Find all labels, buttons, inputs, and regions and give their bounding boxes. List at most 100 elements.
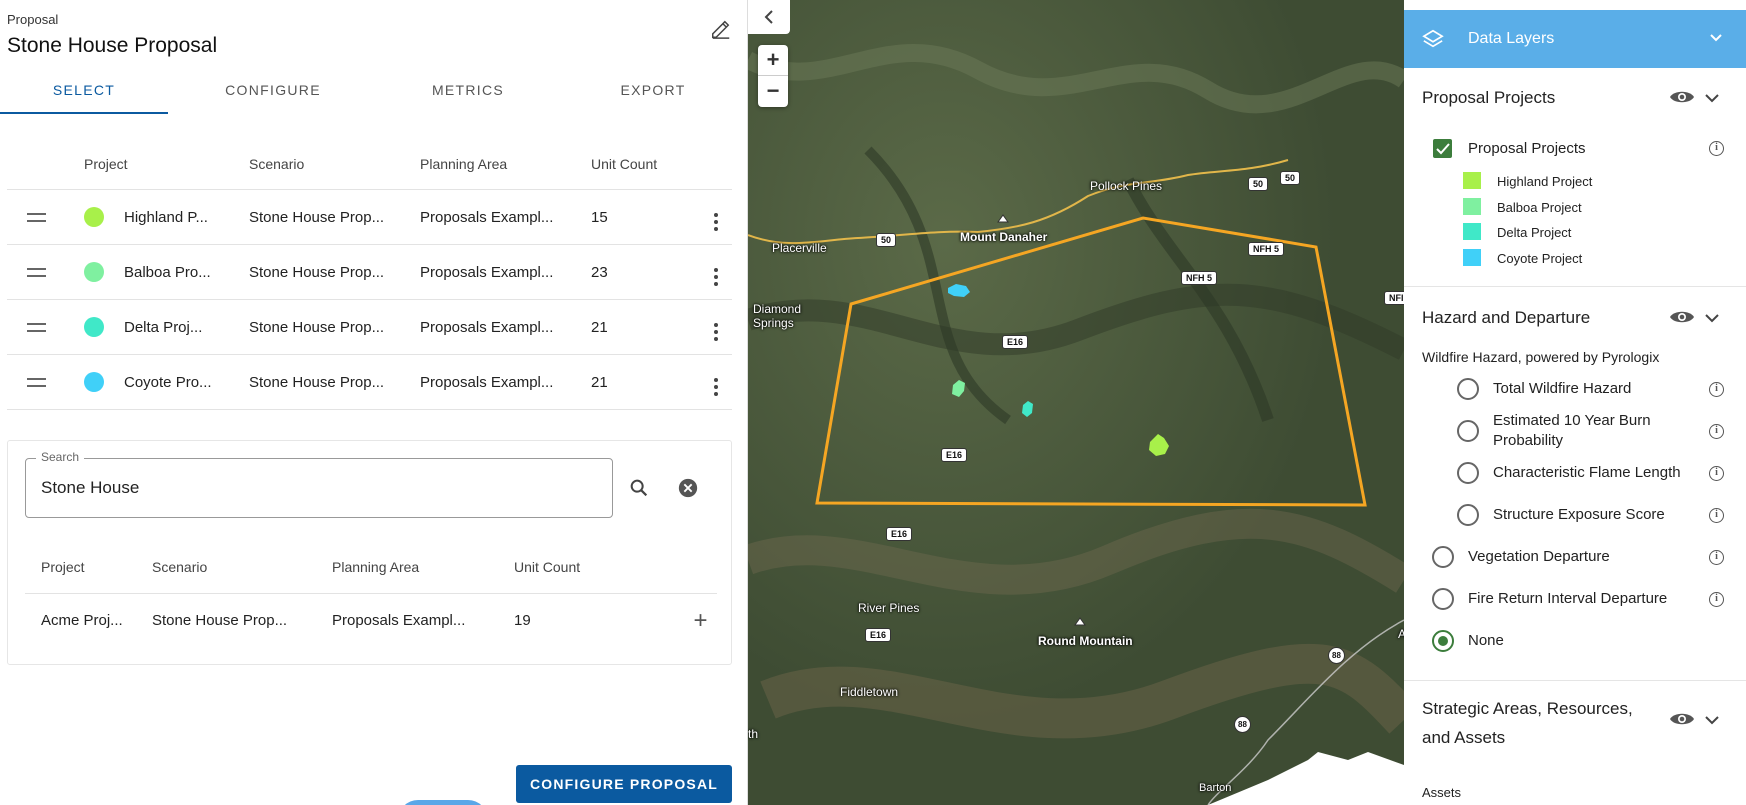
scenario-cell: Stone House Prop... (249, 263, 385, 281)
col-planning-area: Planning Area (332, 559, 420, 575)
table-row: Coyote Pro... Stone House Prop... Propos… (7, 355, 732, 410)
info-icon[interactable]: i (1709, 466, 1724, 481)
legend-label: Balboa Project (1497, 200, 1582, 215)
map-label: Round Mountain (1038, 634, 1133, 648)
collapse-panel-button[interactable] (748, 0, 790, 34)
more-vert-icon[interactable] (714, 377, 718, 396)
table-row: Highland P... Stone House Prop... Propos… (7, 190, 732, 245)
edit-icon[interactable] (710, 18, 734, 42)
zoom-out-button[interactable]: − (758, 76, 788, 107)
radio-none[interactable] (1432, 630, 1454, 652)
info-icon[interactable]: i (1709, 141, 1724, 156)
col-scenario: Scenario (152, 559, 208, 575)
search-icon[interactable] (628, 477, 650, 504)
assets-label: Assets (1422, 785, 1462, 800)
map-label: th (748, 727, 759, 741)
proposal-projects-label: Proposal Projects (1468, 140, 1586, 157)
unit-cell: 19 (514, 612, 531, 629)
drag-handle-icon[interactable] (27, 267, 46, 277)
proposal-projects-checkbox[interactable] (1433, 139, 1452, 158)
chevron-down-icon[interactable] (1704, 311, 1720, 325)
map-label: Fiddletown (840, 685, 899, 699)
zoom-in-button[interactable]: + (758, 45, 788, 76)
legend-swatch (1463, 249, 1481, 266)
info-icon[interactable]: i (1709, 424, 1724, 439)
radio-structure-exposure[interactable] (1457, 504, 1479, 526)
info-icon[interactable]: i (1709, 550, 1724, 565)
unit-cell: 15 (591, 208, 608, 226)
map-label: Placerville (772, 241, 827, 255)
route-shield: 88 (1328, 647, 1345, 664)
layers-icon (1422, 29, 1444, 48)
section-proposal-projects: Proposal Projects (1422, 88, 1556, 107)
project-color-dot (84, 372, 104, 392)
option-label: Characteristic Flame Length (1493, 464, 1681, 481)
highway-shield: 50 (876, 233, 897, 247)
clear-search-icon[interactable] (677, 477, 699, 504)
option-label: Structure Exposure Score (1493, 506, 1665, 523)
unit-cell: 21 (591, 373, 608, 391)
project-color-dot (84, 317, 104, 337)
area-cell: Proposals Exampl... (420, 373, 554, 391)
page-title: Stone House Proposal (7, 34, 218, 57)
search-field[interactable]: Search (25, 450, 613, 518)
area-cell: Proposals Exampl... (420, 208, 554, 226)
info-icon[interactable]: i (1709, 508, 1724, 523)
more-vert-icon[interactable] (714, 322, 718, 341)
section-strategic-areas: Strategic Areas, Resources, and Assets (1422, 699, 1633, 747)
search-card: Search Project Scenario Planning Area Un… (7, 440, 732, 665)
area-cell: Proposals Exampl... (420, 318, 554, 336)
tab-metrics[interactable]: METRICS (378, 70, 558, 114)
section-hazard-departure: Hazard and Departure (1422, 308, 1591, 327)
radio-flame-length[interactable] (1457, 462, 1479, 484)
configure-proposal-button[interactable]: CONFIGURE PROPOSAL (516, 765, 732, 803)
more-vert-icon[interactable] (714, 267, 718, 286)
legend-swatch (1463, 223, 1481, 240)
info-icon[interactable]: i (1709, 592, 1724, 607)
chevron-down-icon[interactable] (1704, 91, 1720, 105)
data-layers-panel: Data Layers Proposal Projects Proposal P… (1404, 0, 1746, 805)
tab-configure[interactable]: CONFIGURE (168, 70, 378, 114)
road-shield: E16 (1002, 335, 1029, 349)
table-header: Project Scenario Planning Area Unit Coun… (7, 138, 732, 190)
option-label: Total Wildfire Hazard (1493, 380, 1632, 397)
info-icon[interactable]: i (1709, 382, 1724, 397)
search-input[interactable] (41, 478, 591, 498)
highway-shield: 50 (1280, 171, 1301, 185)
tab-select[interactable]: SELECT (0, 70, 168, 114)
table-row: Balboa Pro... Stone House Prop... Propos… (7, 245, 732, 300)
tab-export[interactable]: EXPORT (558, 70, 748, 114)
project-name: Delta Proj... (124, 318, 203, 336)
visibility-icon[interactable] (1669, 307, 1695, 327)
drag-handle-icon[interactable] (27, 377, 46, 387)
unit-cell: 23 (591, 263, 608, 281)
drag-handle-icon[interactable] (27, 322, 46, 332)
chevron-down-icon (1710, 34, 1722, 42)
data-layers-header[interactable]: Data Layers (1404, 10, 1746, 68)
breadcrumb: Proposal (7, 12, 59, 27)
more-vert-icon[interactable] (714, 212, 718, 231)
visibility-icon[interactable] (1669, 709, 1695, 729)
scenario-cell: Stone House Prop... (249, 208, 385, 226)
project-name: Acme Proj... (41, 612, 123, 629)
route-shield: 88 (1234, 716, 1251, 733)
visibility-icon[interactable] (1669, 87, 1695, 107)
radio-vegetation-departure[interactable] (1432, 546, 1454, 568)
radio-fire-return-interval[interactable] (1432, 588, 1454, 610)
col-unit-count: Unit Count (514, 559, 581, 575)
project-name: Coyote Pro... (124, 373, 212, 391)
col-project: Project (84, 155, 128, 172)
map-view[interactable]: + − Pollock Pines Mount Danaher Placervi… (748, 0, 1404, 805)
radio-total-wildfire-hazard[interactable] (1457, 378, 1479, 400)
table-row: Acme Proj... Stone House Prop... Proposa… (25, 594, 717, 647)
chevron-down-icon[interactable] (1704, 713, 1720, 727)
floating-action-pill[interactable] (398, 800, 488, 805)
col-project: Project (41, 559, 85, 575)
option-label: Vegetation Departure (1468, 548, 1610, 565)
project-name: Balboa Pro... (124, 263, 211, 281)
road-shield: NFH 5 (1248, 242, 1285, 256)
drag-handle-icon[interactable] (27, 212, 46, 222)
radio-burn-probability[interactable] (1457, 420, 1479, 442)
map-label: Pollock Pines (1090, 179, 1163, 193)
add-icon[interactable]: + (684, 607, 717, 635)
